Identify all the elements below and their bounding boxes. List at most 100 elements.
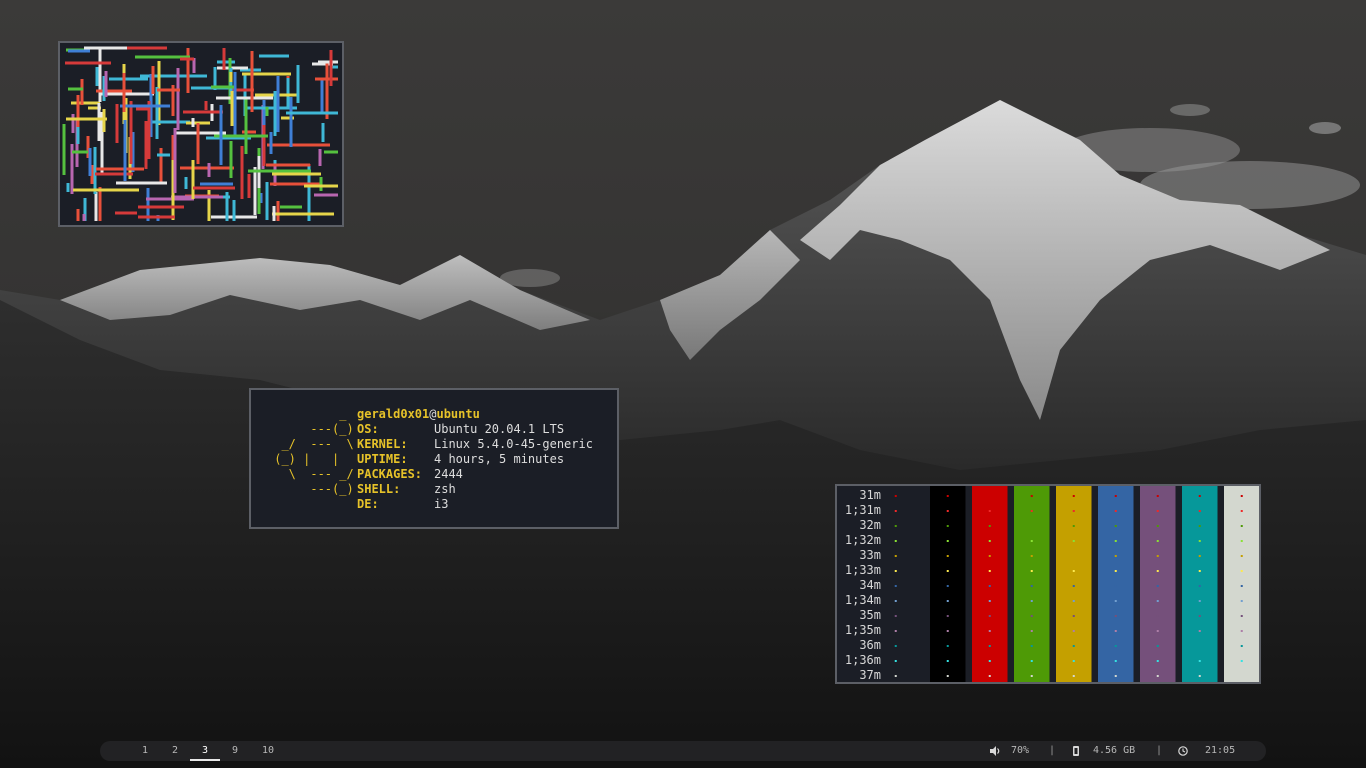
color-sample-dot bbox=[988, 660, 991, 662]
color-sample-dot bbox=[1072, 615, 1075, 617]
desktop: _ ---(_) _/ --- \ (_) | | \ --- _/ ---(_… bbox=[0, 0, 1366, 768]
color-sample-dot bbox=[1072, 585, 1075, 587]
color-sample-dot bbox=[1156, 630, 1159, 632]
color-sample-dot bbox=[1240, 495, 1243, 497]
color-sample-dot bbox=[1072, 495, 1075, 497]
workspace-2[interactable]: 2 bbox=[165, 741, 185, 761]
color-sample-dot bbox=[1114, 645, 1117, 647]
color-sample-dot bbox=[894, 510, 897, 512]
color-column bbox=[1056, 486, 1092, 682]
pipes-art bbox=[62, 46, 338, 221]
color-code-label: 1;36m bbox=[845, 653, 881, 667]
color-column bbox=[1224, 486, 1259, 682]
color-column bbox=[930, 486, 966, 682]
distro-logo: _ ---(_) _/ --- \ (_) | | \ --- _/ ---(_… bbox=[274, 407, 354, 496]
info-key: DE: bbox=[357, 497, 379, 511]
system-info: gerald0x01@ubuntu OS: Ubuntu 20.04.1 LTS … bbox=[357, 407, 593, 512]
info-value: 2444 bbox=[434, 467, 463, 481]
info-row-shell: SHELL: zsh bbox=[357, 482, 593, 497]
color-sample-dot bbox=[988, 510, 991, 512]
color-sample-dot bbox=[1198, 630, 1201, 632]
color-sample-dot bbox=[1072, 600, 1075, 602]
neofetch-terminal-window[interactable]: _ ---(_) _/ --- \ (_) | | \ --- _/ ---(_… bbox=[249, 388, 619, 529]
speaker-icon bbox=[990, 746, 1000, 756]
color-column bbox=[1182, 486, 1218, 682]
color-sample-dot bbox=[1114, 600, 1117, 602]
color-sample-dot bbox=[1114, 510, 1117, 512]
color-sample-dot bbox=[988, 555, 991, 557]
color-sample-dot bbox=[1156, 555, 1159, 557]
info-key: KERNEL: bbox=[357, 437, 408, 451]
color-sample-dot bbox=[1198, 525, 1201, 527]
color-sample-dot bbox=[1240, 630, 1243, 632]
volume-level[interactable]: 70% bbox=[1011, 741, 1029, 761]
color-sample-dot bbox=[894, 540, 897, 542]
color-sample-dot bbox=[1156, 675, 1159, 677]
info-key: PACKAGES: bbox=[357, 467, 423, 481]
color-sample-dot bbox=[988, 495, 991, 497]
color-sample-dot bbox=[1030, 630, 1033, 632]
color-code-label: 1;32m bbox=[845, 533, 881, 547]
color-sample-dot bbox=[1114, 660, 1117, 662]
color-sample-dot bbox=[1156, 510, 1159, 512]
color-sample-dot bbox=[988, 630, 991, 632]
color-sample-dot bbox=[1240, 645, 1243, 647]
color-sample-dot bbox=[1030, 675, 1033, 677]
pipes-terminal-window[interactable] bbox=[58, 41, 344, 227]
color-sample-dot bbox=[1114, 495, 1117, 497]
color-sample-dot bbox=[1198, 585, 1201, 587]
color-sample-dot bbox=[1030, 555, 1033, 557]
color-sample-dot bbox=[894, 600, 897, 602]
color-sample-dot bbox=[1072, 570, 1075, 572]
user-host-line: gerald0x01@ubuntu bbox=[357, 407, 593, 422]
color-column bbox=[972, 486, 1008, 682]
color-code-label: 31m bbox=[859, 488, 881, 502]
color-sample-dot bbox=[894, 645, 897, 647]
color-sample-dot bbox=[1156, 585, 1159, 587]
color-sample-dot bbox=[988, 570, 991, 572]
color-code-label: 32m bbox=[859, 518, 881, 532]
color-sample-dot bbox=[946, 570, 949, 572]
color-column bbox=[1140, 486, 1176, 682]
color-sample-dot bbox=[1030, 525, 1033, 527]
workspace-9[interactable]: 9 bbox=[225, 741, 245, 761]
color-sample-dot bbox=[894, 495, 897, 497]
color-sample-dot bbox=[894, 525, 897, 527]
color-sample-dot bbox=[1072, 675, 1075, 677]
color-sample-dot bbox=[1240, 570, 1243, 572]
color-sample-dot bbox=[1030, 660, 1033, 662]
color-sample-dot bbox=[1114, 675, 1117, 677]
workspace-3[interactable]: 3 bbox=[190, 741, 220, 761]
color-sample-dot bbox=[946, 555, 949, 557]
color-table: 31m1;31m32m1;32m33m1;33m34m1;34m35m1;35m… bbox=[845, 486, 1259, 682]
color-sample-dot bbox=[894, 585, 897, 587]
info-key: UPTIME: bbox=[357, 452, 408, 466]
color-sample-dot bbox=[1240, 510, 1243, 512]
color-sample-dot bbox=[1198, 555, 1201, 557]
colortest-terminal-window[interactable]: 31m 1;31m 32m 1;32m 33m 1;33m 34m 1;34m 35m 1;35m… bbox=[835, 484, 1261, 684]
color-code-label: 37m bbox=[859, 668, 881, 682]
color-sample-dot bbox=[1114, 525, 1117, 527]
color-sample-dot bbox=[1030, 510, 1033, 512]
color-code-label: 36m bbox=[859, 638, 881, 652]
color-sample-dot bbox=[1114, 585, 1117, 587]
color-sample-dot bbox=[1156, 660, 1159, 662]
color-sample-dot bbox=[1072, 525, 1075, 527]
color-sample-dot bbox=[1240, 600, 1243, 602]
color-code-label: 34m bbox=[859, 578, 881, 592]
color-sample-dot bbox=[1198, 570, 1201, 572]
workspace-10[interactable]: 10 bbox=[255, 741, 281, 761]
color-sample-dot bbox=[894, 660, 897, 662]
clock[interactable]: 21:05 bbox=[1205, 741, 1235, 761]
color-sample-dot bbox=[1240, 525, 1243, 527]
info-row-de: DE: i3 bbox=[357, 497, 593, 512]
color-sample-dot bbox=[1156, 615, 1159, 617]
separator: | bbox=[1049, 745, 1056, 756]
color-sample-dot bbox=[988, 645, 991, 647]
color-sample-dot bbox=[988, 675, 991, 677]
color-sample-dot bbox=[894, 675, 897, 677]
color-sample-dot bbox=[1240, 555, 1243, 557]
color-sample-dot bbox=[1030, 615, 1033, 617]
color-sample-dot bbox=[894, 630, 897, 632]
workspace-1[interactable]: 1 bbox=[135, 741, 155, 761]
